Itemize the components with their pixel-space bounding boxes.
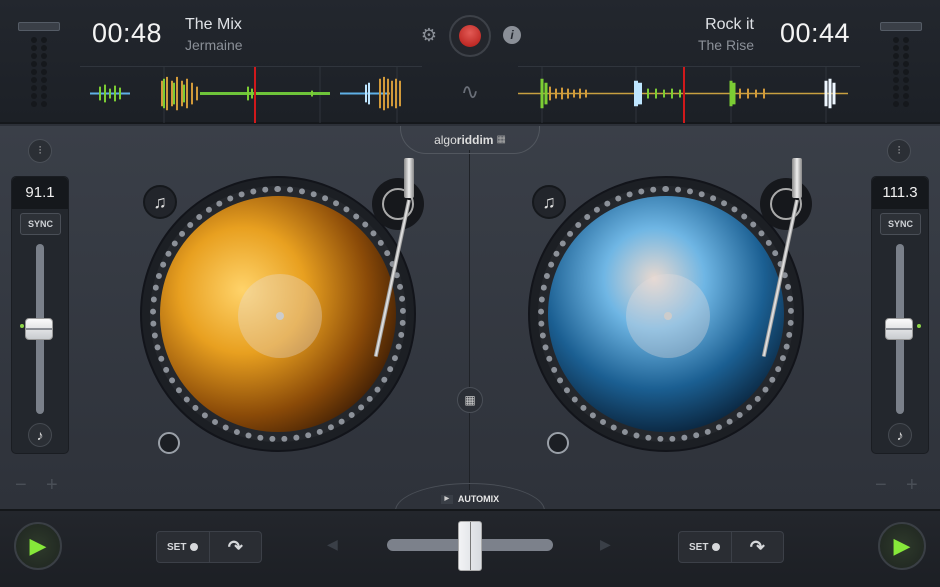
left-bpm-display: 91.1 bbox=[12, 177, 68, 209]
add-music-icon: ♫ bbox=[153, 192, 167, 212]
left-cue-headphone-button[interactable] bbox=[158, 432, 180, 454]
music-note-icon: ♪ bbox=[36, 427, 44, 443]
left-pitch-range-minus[interactable]: − bbox=[15, 474, 27, 497]
right-key-lock-button[interactable]: ♪ bbox=[888, 423, 912, 447]
cue-dot-icon bbox=[190, 543, 199, 551]
right-eq-button[interactable]: ⫶ bbox=[887, 139, 911, 163]
crossfader-left-arrow-icon[interactable]: ◀ bbox=[327, 536, 338, 553]
right-turntable[interactable] bbox=[528, 176, 804, 452]
crossfader-thumb[interactable] bbox=[458, 521, 482, 571]
left-tonearm-counterweight bbox=[404, 158, 414, 198]
automix-play-icon: ▶ bbox=[440, 495, 453, 505]
right-sync-button[interactable]: SYNC bbox=[880, 213, 921, 235]
right-pitch-range-minus[interactable]: − bbox=[875, 474, 887, 497]
right-cue-controls: SET ↷ bbox=[678, 531, 784, 563]
right-bpm-display: 111.3 bbox=[872, 177, 928, 209]
right-pitch-range-plus[interactable]: + bbox=[906, 474, 918, 497]
left-deck-title: The Mix bbox=[185, 16, 242, 33]
left-pitch-center-led bbox=[20, 324, 24, 328]
right-cue-headphone-button[interactable] bbox=[547, 432, 569, 454]
cue-dot-icon bbox=[712, 543, 721, 551]
logo-grid-icon: ▦ bbox=[496, 134, 506, 145]
left-deck-time: 00:48 bbox=[92, 18, 163, 48]
left-waveform[interactable] bbox=[80, 66, 422, 123]
crossfader-right-arrow-icon[interactable]: ▶ bbox=[600, 536, 611, 553]
waveform-toggle-icon[interactable]: ∿ bbox=[458, 80, 482, 104]
set-label: SET bbox=[167, 541, 187, 553]
right-deck-artist: The Rise bbox=[697, 37, 754, 53]
set-label: SET bbox=[689, 541, 709, 553]
center-divider bbox=[469, 150, 470, 490]
left-spindle bbox=[276, 312, 284, 320]
samples-grid-button[interactable]: ▦ bbox=[457, 387, 483, 413]
vu-meter-right bbox=[880, 22, 922, 112]
left-eq-button[interactable]: ⫶ bbox=[28, 139, 52, 163]
left-jump-cue-button[interactable]: ↷ bbox=[210, 532, 262, 562]
right-tonearm-counterweight bbox=[792, 158, 802, 198]
record-button[interactable] bbox=[449, 15, 491, 57]
right-jump-cue-button[interactable]: ↷ bbox=[732, 532, 784, 562]
right-waveform[interactable] bbox=[518, 66, 860, 123]
right-tonearm-base bbox=[760, 178, 812, 230]
left-pitch-range-plus[interactable]: + bbox=[46, 474, 58, 497]
right-pitch-slider-thumb[interactable] bbox=[885, 318, 913, 340]
left-cue-controls: SET ↷ bbox=[156, 531, 262, 563]
add-music-icon: ♫ bbox=[542, 192, 556, 212]
right-pitch-center-led bbox=[917, 324, 921, 328]
left-sync-button[interactable]: SYNC bbox=[20, 213, 61, 235]
left-set-cue-button[interactable]: SET bbox=[157, 532, 210, 562]
play-icon: ▶ bbox=[29, 533, 47, 558]
left-turntable[interactable] bbox=[140, 176, 416, 452]
right-deck-title: Rock it bbox=[705, 16, 754, 33]
left-play-button[interactable]: ▶ bbox=[14, 522, 62, 570]
left-pitch-slider-thumb[interactable] bbox=[25, 318, 53, 340]
grid-icon: ▦ bbox=[464, 393, 476, 407]
left-add-music-button[interactable]: ♫ bbox=[143, 185, 177, 219]
right-pitch-panel: 111.3 SYNC ♪ bbox=[871, 176, 929, 454]
right-add-music-button[interactable]: ♫ bbox=[532, 185, 566, 219]
right-deck-time: 00:44 bbox=[780, 18, 851, 48]
algoriddim-logo: algo riddim ▦ bbox=[400, 126, 540, 154]
vu-meter-left bbox=[18, 22, 60, 112]
eq-sliders-icon: ⫶ bbox=[897, 145, 901, 157]
settings-gear-icon[interactable]: ⚙ bbox=[419, 25, 439, 45]
right-play-button[interactable]: ▶ bbox=[878, 522, 926, 570]
record-icon bbox=[459, 25, 481, 47]
logo-text-bold: riddim bbox=[456, 132, 494, 147]
right-spindle bbox=[664, 312, 672, 320]
left-deck-artist: Jermaine bbox=[185, 37, 243, 53]
automix-label: AUTOMIX bbox=[457, 494, 500, 504]
play-icon: ▶ bbox=[893, 533, 911, 558]
jump-to-cue-icon: ↷ bbox=[227, 536, 243, 557]
logo-text-light: algo bbox=[434, 132, 457, 147]
right-set-cue-button[interactable]: SET bbox=[679, 532, 732, 562]
top-bar: 00:48 The Mix Jermaine 00:44 Rock it The… bbox=[0, 0, 940, 124]
left-key-lock-button[interactable]: ♪ bbox=[28, 423, 52, 447]
left-tonearm-base bbox=[372, 178, 424, 230]
info-icon[interactable]: i bbox=[503, 26, 521, 44]
music-note-icon: ♪ bbox=[896, 427, 904, 443]
jump-to-cue-icon: ↷ bbox=[749, 536, 765, 557]
left-pitch-panel: 91.1 SYNC ♪ bbox=[11, 176, 69, 454]
eq-sliders-icon: ⫶ bbox=[38, 145, 42, 157]
